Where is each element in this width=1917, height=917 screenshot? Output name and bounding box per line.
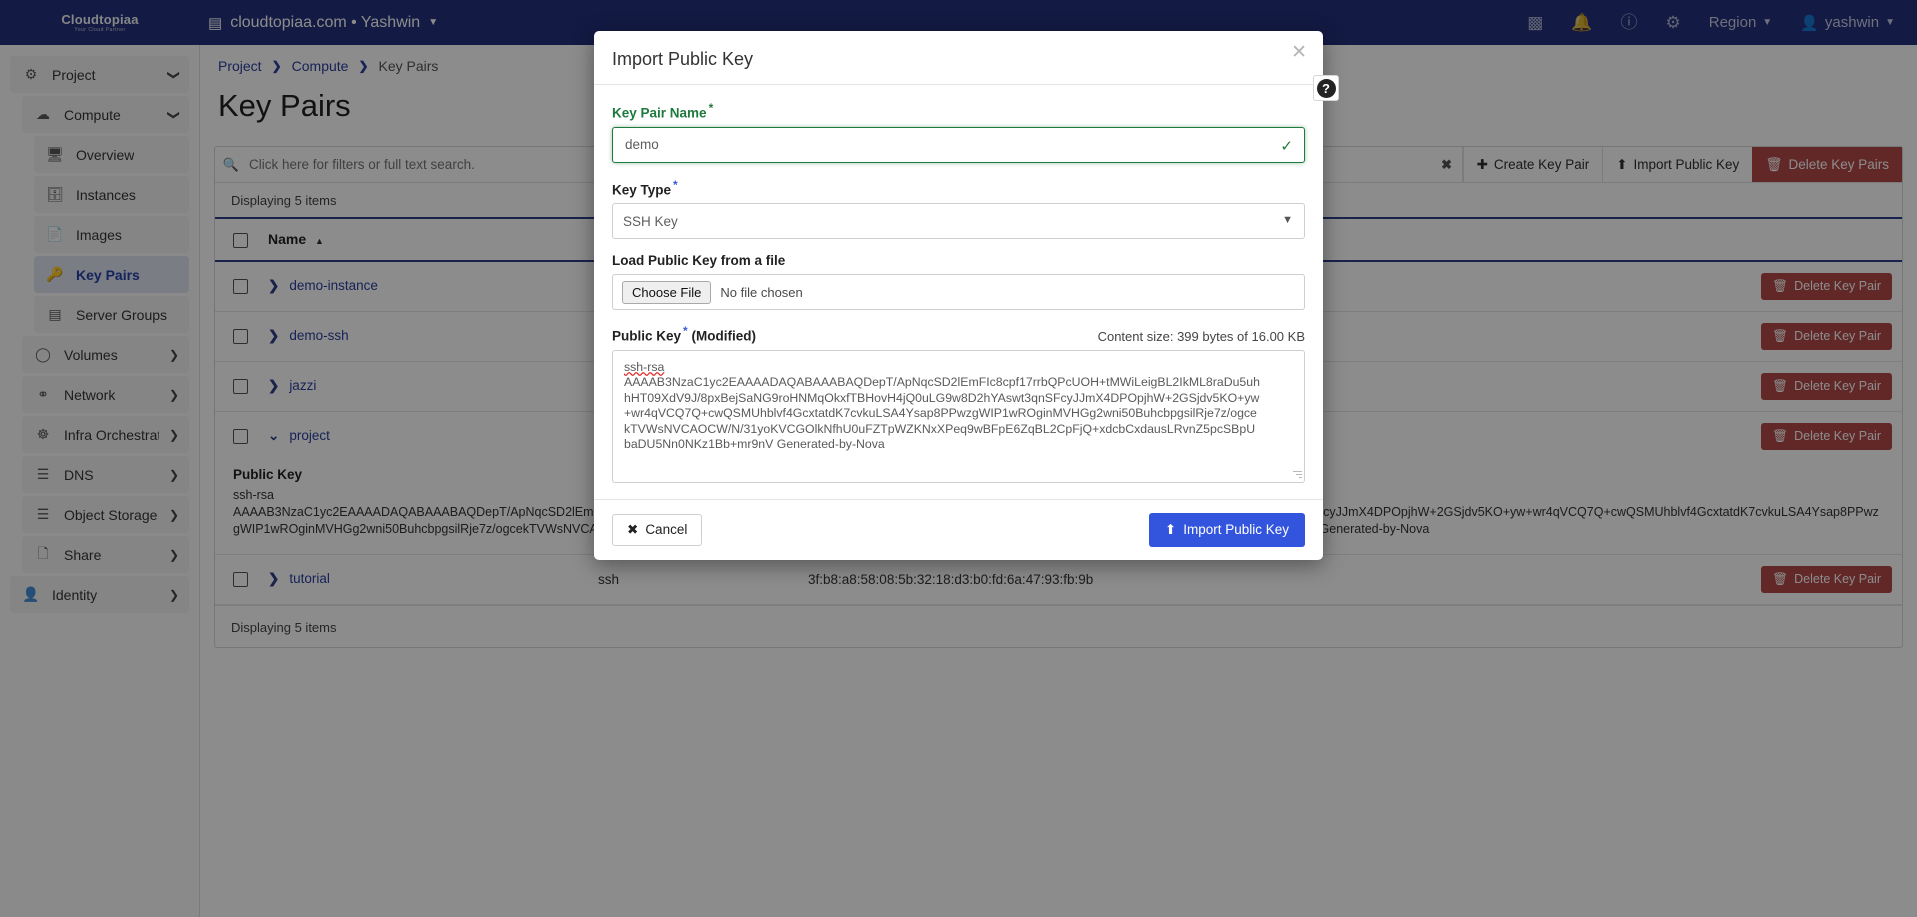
file-input-row[interactable]: Choose File No file chosen <box>612 274 1305 310</box>
content-size-text: Content size: 399 bytes of 16.00 KB <box>1098 329 1305 344</box>
key-type-select[interactable]: SSH KeyX509 Certificate <box>612 203 1305 239</box>
key-pair-name-label: Key Pair Name* <box>612 101 1305 121</box>
public-key-label: Public Key* (Modified) <box>612 324 756 344</box>
required-asterisk: * <box>673 178 678 192</box>
dialog-body: Key Pair Name* ✓ Key Type* SSH KeyX509 C… <box>594 85 1323 499</box>
close-icon[interactable]: ✕ <box>1291 43 1307 62</box>
public-key-line: baDU5Nn0NKz1Bb+mr9nV Generated-by-Nova <box>624 437 1293 453</box>
key-pair-name-input[interactable] <box>612 127 1305 163</box>
required-asterisk: * <box>709 101 714 115</box>
public-key-label-row: Public Key* (Modified) Content size: 399… <box>612 324 1305 344</box>
import-public-key-submit-button[interactable]: ⬆ Import Public Key <box>1149 513 1305 547</box>
file-status-text: No file chosen <box>720 285 802 300</box>
public-key-textarea-wrap: ssh-rsaAAAAB3NzaC1yc2EAAAADAQABAAABAQDep… <box>612 350 1305 483</box>
key-type-field-wrap: SSH KeyX509 Certificate ▼ <box>612 203 1305 239</box>
question-circle-icon[interactable]: ? <box>1313 75 1339 101</box>
key-pair-name-field-wrap: ✓ <box>612 127 1305 163</box>
upload-icon: ⬆ <box>1165 522 1176 538</box>
dialog-footer: ✖ Cancel ⬆ Import Public Key <box>594 499 1323 560</box>
dialog-header: Import Public Key ✕ ? <box>594 31 1323 85</box>
question-mark-glyph: ? <box>1317 79 1336 98</box>
public-key-line: kTVWsNVCAOCW/N/31yoKVCGOlkNfhU0uFZTpWZKN… <box>624 422 1293 438</box>
public-key-modified-tag: (Modified) <box>691 329 755 344</box>
dialog-title: Import Public Key <box>612 49 1301 70</box>
public-key-line: ssh-rsa <box>624 360 1293 376</box>
public-key-line: +wr4qVCQ7Q+cwQSMUhblvf4GcxtatdK7cvkuLSA4… <box>624 406 1293 422</box>
public-key-line: hHT09XdV9J/8pxBejSaNG9roHNMqOkxfTBHovH4j… <box>624 391 1293 407</box>
required-asterisk: * <box>683 324 688 338</box>
check-icon: ✓ <box>1280 137 1293 155</box>
public-key-textarea[interactable]: ssh-rsaAAAAB3NzaC1yc2EAAAADAQABAAABAQDep… <box>612 350 1305 483</box>
import-submit-label: Import Public Key <box>1183 522 1289 537</box>
public-key-line: AAAAB3NzaC1yc2EAAAADAQABAAABAQDepT/ApNqc… <box>624 375 1293 391</box>
choose-file-button[interactable]: Choose File <box>622 281 711 304</box>
load-file-label: Load Public Key from a file <box>612 253 1305 268</box>
import-public-key-dialog: Import Public Key ✕ ? Key Pair Name* ✓ K… <box>594 31 1323 560</box>
x-icon: ✖ <box>627 522 638 538</box>
cancel-label: Cancel <box>645 522 687 537</box>
key-type-label: Key Type* <box>612 178 1305 198</box>
cancel-button[interactable]: ✖ Cancel <box>612 514 702 546</box>
